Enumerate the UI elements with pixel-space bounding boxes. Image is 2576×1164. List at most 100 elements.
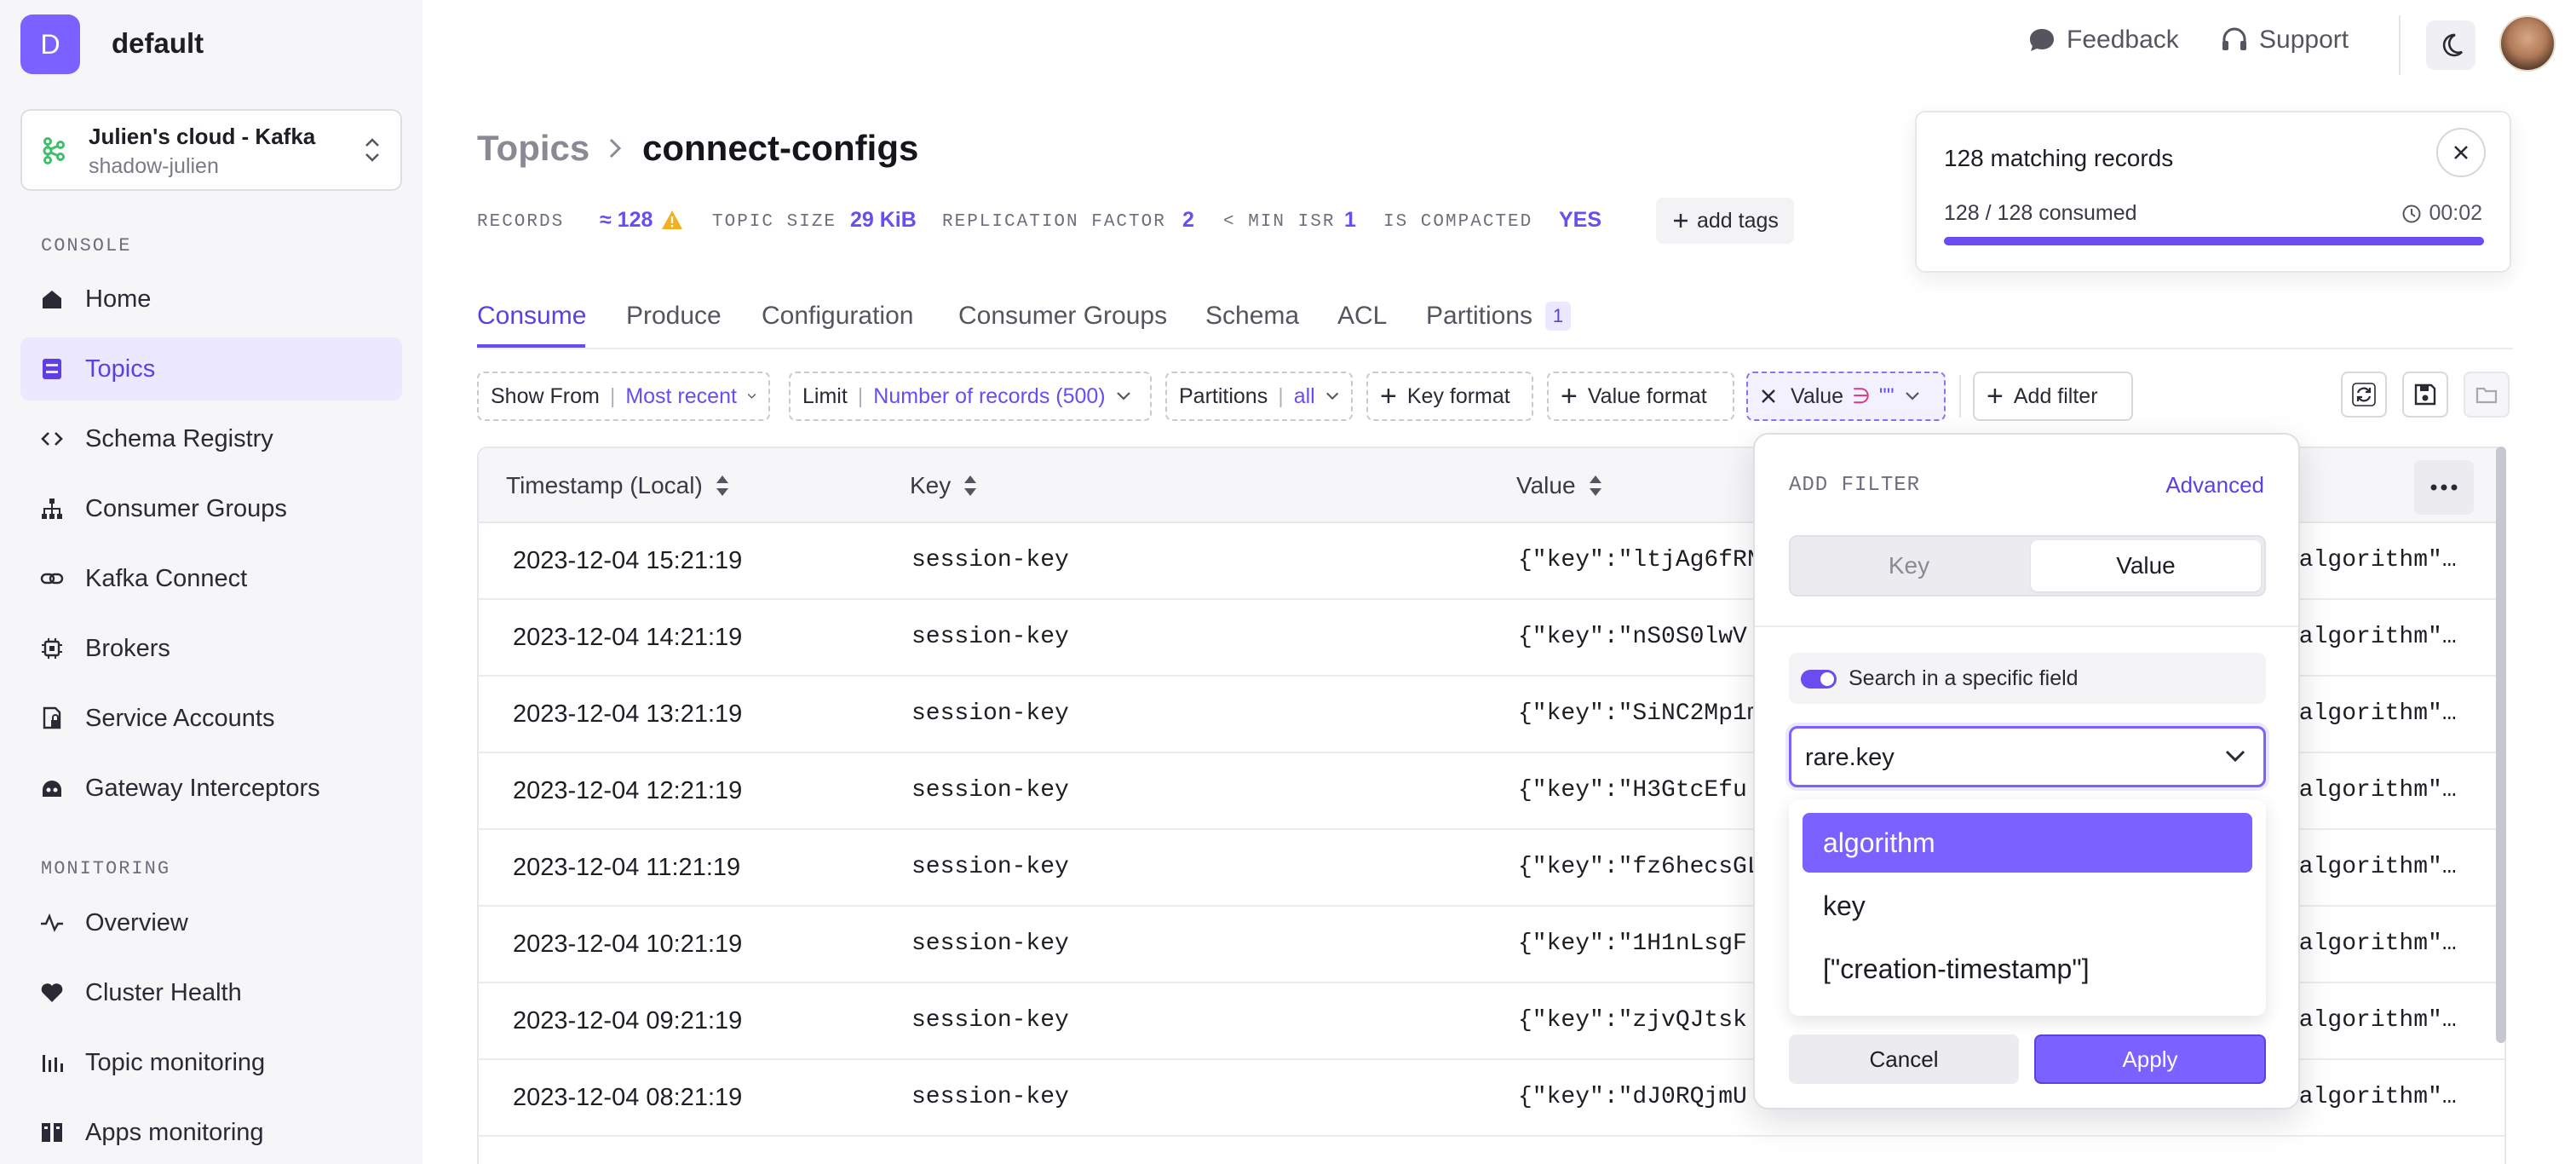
field-option-key[interactable]: key	[1803, 876, 2252, 936]
advanced-link[interactable]: Advanced	[2165, 472, 2264, 498]
chevron-down-icon	[1116, 392, 1130, 400]
value-cell-tail: "algorithm"…	[2285, 547, 2457, 573]
value-cell: {"key":"dJ0RQjmU	[1518, 1084, 1747, 1110]
sidebar-item-service-accounts[interactable]: Service Accounts	[20, 687, 402, 750]
tab-configuration[interactable]: Configuration	[762, 302, 913, 331]
specific-field-label: Search in a specific field	[1849, 666, 2079, 690]
refresh-button[interactable]	[2341, 372, 2387, 418]
field-option-algorithm[interactable]: algorithm	[1803, 813, 2252, 873]
refresh-icon	[2352, 383, 2376, 406]
code-icon	[41, 432, 63, 446]
kafka-icon	[43, 137, 65, 164]
replication-factor-value: 2	[1182, 208, 1194, 232]
open-folder-button[interactable]	[2464, 372, 2510, 418]
tab-acl[interactable]: ACL	[1337, 302, 1387, 331]
compacted-value: YES	[1559, 208, 1602, 232]
org-avatar[interactable]: D	[20, 14, 80, 74]
org-name[interactable]: default	[112, 27, 204, 60]
moon-icon	[2442, 33, 2463, 57]
sidebar-item-home[interactable]: Home	[20, 268, 402, 331]
sidebar-item-brokers[interactable]: Brokers	[20, 617, 402, 680]
show-from-filter[interactable]: Show From | Most recent	[477, 372, 770, 421]
sidebar-item-schema-registry[interactable]: Schema Registry	[20, 407, 402, 470]
sidebar-item-label: Consumer Groups	[85, 494, 287, 522]
toast-title: 128 matching records	[1944, 145, 2174, 171]
key-cell: session-key	[911, 854, 1069, 880]
sidebar-item-topics[interactable]: Topics	[20, 337, 402, 400]
close-icon[interactable]	[1760, 388, 1777, 405]
value-format-button[interactable]: + Value format	[1547, 372, 1734, 421]
add-tags-button[interactable]: add tags	[1656, 198, 1794, 244]
key-cell: session-key	[911, 777, 1069, 804]
sort-icon	[716, 475, 728, 496]
tab-schema[interactable]: Schema	[1205, 302, 1299, 331]
key-column-header[interactable]: Key	[910, 472, 978, 499]
cluster-selector[interactable]: Julien's cloud - Kafka shadow-julien	[20, 109, 402, 191]
value-cell-tail: "algorithm"…	[2285, 624, 2457, 650]
plus-icon	[1674, 214, 1688, 228]
sidebar-item-label: Service Accounts	[85, 704, 275, 732]
limit-filter[interactable]: Limit | Number of records (500)	[789, 372, 1152, 421]
table-scrollbar[interactable]	[2496, 447, 2506, 1043]
chevron-down-icon[interactable]	[2224, 749, 2246, 763]
timestamp-cell: 2023-12-04 09:21:19	[513, 1007, 743, 1034]
sidebar-item-topic-monitoring[interactable]: Topic monitoring	[20, 1031, 402, 1094]
chevron-down-icon	[747, 394, 756, 399]
feedback-link[interactable]: Feedback	[2027, 26, 2179, 55]
topbar-divider	[2399, 15, 2401, 75]
show-from-label: Show From	[491, 383, 600, 408]
toast-close-button[interactable]	[2436, 128, 2486, 177]
value-filter-operator: ∋	[1852, 384, 1871, 408]
sidebar-item-label: Overview	[85, 908, 188, 936]
partitions-count-badge: 1	[1545, 302, 1571, 331]
apply-button[interactable]: Apply	[2034, 1034, 2266, 1084]
value-cell: {"key":"H3GtcEfu	[1518, 777, 1747, 804]
bar-chart-icon	[43, 1055, 63, 1072]
support-label: Support	[2259, 26, 2349, 54]
value-filter-chip[interactable]: Value ∋ ""	[1746, 372, 1946, 421]
sidebar-item-label: Home	[85, 285, 152, 313]
clock-icon	[2402, 205, 2421, 222]
tab-consumer-groups[interactable]: Consumer Groups	[958, 302, 1167, 331]
more-options-button[interactable]	[2414, 460, 2474, 515]
segment-value[interactable]: Value	[2031, 540, 2261, 591]
sidebar-item-gateway-interceptors[interactable]: Gateway Interceptors	[20, 757, 402, 820]
add-filter-button[interactable]: + Add filter	[1973, 372, 2133, 421]
cluster-name: Julien's cloud - Kafka	[89, 124, 316, 149]
tab-consume[interactable]: Consume	[477, 302, 586, 331]
key-format-button[interactable]: + Key format	[1366, 372, 1533, 421]
sidebar-item-overview[interactable]: Overview	[20, 891, 402, 954]
partitions-filter[interactable]: Partitions | all	[1165, 372, 1353, 421]
sidebar-item-apps-monitoring[interactable]: Apps monitoring	[20, 1101, 402, 1164]
specific-field-toggle[interactable]	[1801, 670, 1837, 689]
sidebar-item-kafka-connect[interactable]: Kafka Connect	[20, 547, 402, 610]
field-combobox[interactable]	[1789, 726, 2266, 787]
heart-icon	[41, 983, 63, 1002]
theme-toggle-button[interactable]	[2426, 20, 2475, 70]
min-isr-label: < MIN ISR	[1223, 212, 1336, 232]
breadcrumb-topics-link[interactable]: Topics	[477, 128, 589, 169]
timestamp-cell: 2023-12-04 11:21:19	[513, 854, 741, 881]
value-column-header[interactable]: Value	[1516, 472, 1603, 499]
cancel-button[interactable]: Cancel	[1789, 1034, 2019, 1084]
sidebar-item-consumer-groups[interactable]: Consumer Groups	[20, 477, 402, 540]
value-cell-tail: "algorithm"…	[2285, 777, 2457, 804]
field-input[interactable]	[1805, 742, 2197, 773]
value-cell-tail: "algorithm"…	[2285, 931, 2457, 957]
warning-icon[interactable]	[661, 209, 683, 231]
user-avatar[interactable]	[2499, 15, 2556, 72]
tabs-divider	[477, 348, 2513, 349]
timestamp-column-header[interactable]: Timestamp (Local)	[506, 472, 730, 499]
save-button[interactable]	[2402, 372, 2448, 418]
ellipsis-icon	[2430, 484, 2458, 491]
timestamp-header-label: Timestamp (Local)	[506, 472, 703, 498]
limit-label: Limit	[802, 383, 848, 408]
tab-produce[interactable]: Produce	[626, 302, 722, 331]
sidebar-item-label: Schema Registry	[85, 424, 273, 452]
tab-partitions[interactable]: Partitions	[1426, 302, 1532, 331]
value-filter-label: Value	[1791, 383, 1844, 408]
field-option-creation-timestamp[interactable]: ["creation-timestamp"]	[1803, 939, 2252, 999]
sidebar-item-cluster-health[interactable]: Cluster Health	[20, 961, 402, 1024]
segment-key[interactable]: Key	[1794, 540, 2024, 591]
support-link[interactable]: Support	[2220, 26, 2349, 55]
